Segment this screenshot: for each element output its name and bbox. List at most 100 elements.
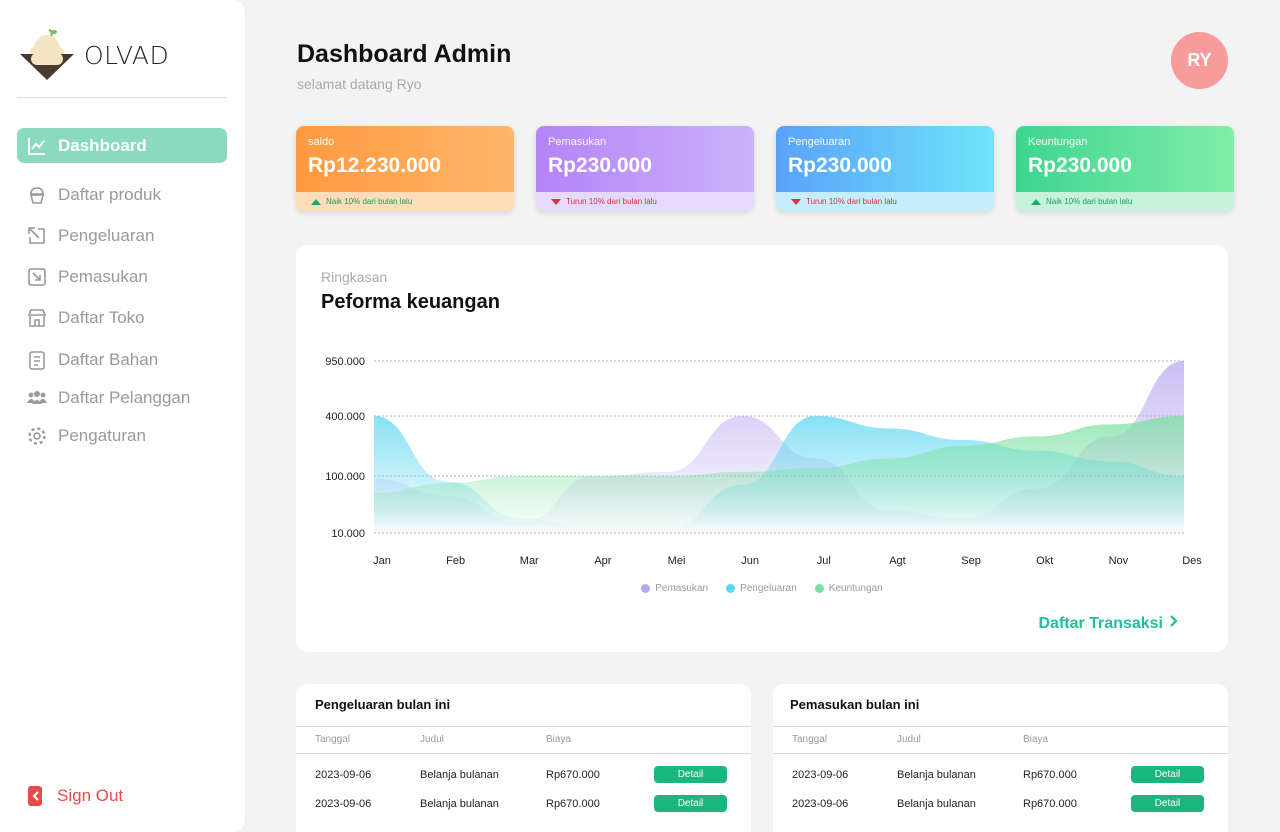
page-title: Dashboard Admin — [297, 40, 512, 68]
column-header-biaya: Biaya — [546, 734, 572, 745]
sign-out-button[interactable]: Sign Out — [27, 785, 123, 807]
stat-label: Pemasukan — [548, 136, 607, 148]
x-tick-label: Mei — [668, 555, 686, 567]
detail-button[interactable]: Detail — [654, 795, 727, 812]
x-tick-label: Jun — [741, 555, 759, 567]
stat-label: Pengeluaran — [788, 136, 851, 148]
y-tick-label: 950.000 — [325, 356, 365, 368]
divider — [773, 726, 1228, 727]
stat-value: Rp230.000 — [548, 154, 652, 177]
series-area-keuntungan — [374, 416, 1184, 533]
sign-out-label: Sign Out — [57, 786, 124, 805]
stat-label: saldo — [308, 136, 335, 148]
stat-trend: Naik 10% dari bulan lalu — [296, 192, 514, 211]
legend-label: Keuntungan — [828, 583, 883, 594]
sidebar-item-label: Daftar Toko — [58, 307, 145, 327]
x-tick-label: Des — [1182, 555, 1202, 567]
legend-label: Pemasukan — [655, 583, 709, 594]
sidebar-item-label: Pengeluaran — [58, 225, 155, 245]
legend-dot — [726, 584, 736, 593]
cell-biaya: Rp670.000 — [1023, 769, 1077, 781]
area-chart: 10.000 100.000 400.000 950.000 Jan Feb Mar Apr M… — [325, 356, 1202, 567]
arrow-out-icon — [27, 226, 47, 246]
divider — [296, 753, 751, 754]
sidebar-item-label: Daftar Pelanggan — [58, 387, 191, 407]
document-icon — [27, 350, 47, 370]
sidebar-nav: Dashboard Daftar produk Pengeluaran Pema… — [17, 128, 227, 453]
cell-judul: Belanja bulanan — [420, 798, 499, 810]
daftar-transaksi-link[interactable]: Daftar Transaksi — [1038, 614, 1178, 633]
stat-trend: Turun 10% dari bulan lalu — [776, 192, 994, 211]
table-title: Pengeluaran bulan ini — [315, 697, 451, 712]
stat-trend-note: Naik 10% dari bulan lalu — [326, 197, 413, 206]
legend-item-pemasukan[interactable]: Pemasukan — [641, 583, 708, 594]
column-header-tanggal: Tanggal — [792, 734, 828, 745]
detail-button[interactable]: Detail — [1131, 795, 1204, 812]
avatar[interactable]: RY — [1171, 32, 1228, 89]
sidebar-item-label: Daftar produk — [58, 184, 161, 204]
sidebar-item-pemasukan[interactable]: Pemasukan — [17, 259, 227, 294]
cell-judul: Belanja bulanan — [897, 798, 976, 810]
legend-dot — [641, 584, 651, 593]
x-tick-label: Jan — [373, 555, 391, 567]
sidebar-item-label: Pengaturan — [58, 425, 146, 445]
stat-value: Rp230.000 — [788, 154, 892, 177]
detail-button[interactable]: Detail — [654, 766, 727, 783]
brand-name: OLVAD — [84, 40, 170, 70]
x-tick-label: Agt — [889, 555, 906, 567]
divider — [773, 753, 1228, 754]
legend-item-keuntungan[interactable]: Keuntungan — [814, 583, 883, 594]
page-subtitle: selamat datang Ryo — [297, 76, 422, 92]
sidebar: OLVAD Dashboard Daftar produk Pengeluara… — [0, 0, 245, 832]
stat-value: Rp12.230.000 — [308, 154, 442, 177]
x-tick-label: Apr — [594, 555, 611, 567]
cell-biaya: Rp670.000 — [546, 769, 600, 781]
x-tick-label: Sep — [961, 555, 981, 567]
table-title: Pemasukan bulan ini — [790, 697, 920, 712]
trend-down-icon — [551, 198, 561, 205]
stat-trend-note: Turun 10% dari bulan lalu — [806, 197, 897, 206]
detail-button[interactable]: Detail — [1131, 766, 1204, 783]
trend-down-icon — [791, 198, 801, 205]
y-tick-label: 400.000 — [325, 411, 365, 423]
sidebar-item-daftar-toko[interactable]: Daftar Toko — [17, 300, 227, 335]
daftar-transaksi-label: Daftar Transaksi — [1038, 614, 1163, 632]
cell-judul: Belanja bulanan — [897, 769, 976, 781]
sidebar-divider — [17, 97, 227, 98]
y-tick-label: 10.000 — [331, 528, 365, 540]
stat-card-top: Pemasukan Rp230.000 — [536, 126, 754, 192]
sidebar-item-pengeluaran[interactable]: Pengeluaran — [17, 218, 227, 253]
stat-card-saldo: saldo Rp12.230.000 Naik 10% dari bulan l… — [296, 126, 514, 211]
cell-tanggal: 2023-09-06 — [792, 798, 849, 810]
sidebar-item-pengaturan[interactable]: Pengaturan — [17, 418, 227, 453]
cell-biaya: Rp670.000 — [1023, 798, 1077, 810]
cell-tanggal: 2023-09-06 — [315, 798, 372, 810]
column-header-judul: Judul — [897, 734, 921, 745]
stat-trend: Naik 10% dari bulan lalu — [1016, 192, 1234, 211]
chevron-right-icon — [1169, 614, 1178, 633]
stat-card-pengeluaran: Pengeluaran Rp230.000 Turun 10% dari bul… — [776, 126, 994, 211]
sidebar-item-daftar-pelanggan[interactable]: Daftar Pelanggan — [17, 380, 227, 415]
stat-card-top: Pengeluaran Rp230.000 — [776, 126, 994, 192]
x-tick-label: Okt — [1036, 555, 1053, 567]
stat-trend-note: Turun 10% dari bulan lalu — [566, 197, 657, 206]
trend-up-icon — [311, 198, 321, 205]
legend-dot — [814, 584, 824, 593]
arrow-in-icon — [27, 267, 47, 287]
stat-card-pemasukan: Pemasukan Rp230.000 Turun 10% dari bulan… — [536, 126, 754, 211]
sidebar-item-daftar-bahan[interactable]: Daftar Bahan — [17, 342, 227, 377]
sidebar-item-daftar-produk[interactable]: Daftar produk — [17, 177, 227, 212]
brand-logo[interactable]: OLVAD — [18, 28, 169, 82]
x-tick-label: Jul — [817, 555, 831, 567]
sidebar-item-dashboard[interactable]: Dashboard — [17, 128, 227, 163]
legend-item-pengeluaran[interactable]: Pengeluaran — [726, 583, 797, 594]
chart-legend: Pemasukan Pengeluaran Keuntungan — [296, 583, 1228, 594]
legend-label: Pengeluaran — [740, 583, 797, 594]
users-icon — [27, 388, 47, 408]
performance-chart-card: Ringkasan Peforma keuangan 10.000 100.000… — [296, 245, 1228, 652]
gear-icon — [27, 426, 47, 446]
store-icon — [27, 308, 47, 328]
cell-biaya: Rp670.000 — [546, 798, 600, 810]
chart-line-icon — [27, 136, 47, 156]
sidebar-item-label: Dashboard — [58, 135, 147, 155]
